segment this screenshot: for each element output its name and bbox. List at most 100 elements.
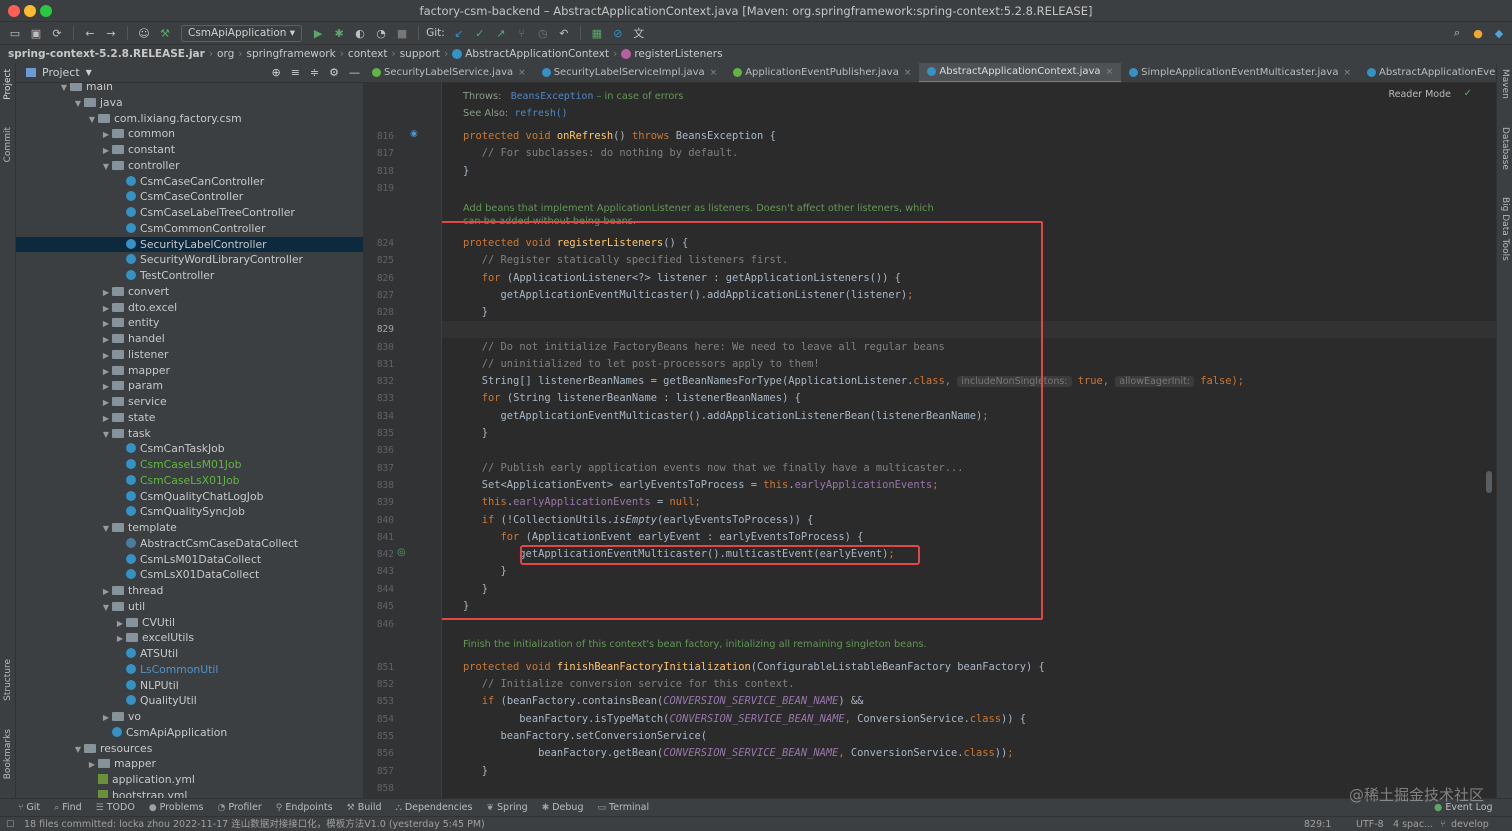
tree-item[interactable]: application.yml [16, 772, 363, 788]
chevron-down-icon[interactable]: ▼ [100, 600, 112, 616]
tool-window-problems[interactable]: ● Problems [149, 802, 204, 813]
breadcrumb-context[interactable]: context [348, 48, 388, 60]
breadcrumb-jar[interactable]: spring-context-5.2.8.RELEASE.jar [8, 48, 205, 60]
chevron-down-icon[interactable]: ▼ [86, 68, 92, 77]
tree-item[interactable]: ▶ vo [16, 709, 363, 726]
tree-item[interactable]: bootstrap.yml [16, 788, 363, 798]
minimize-window-button[interactable] [24, 5, 36, 17]
project-panel-title[interactable]: Project [42, 66, 80, 79]
tree-item[interactable]: ▼ main [16, 83, 363, 95]
tree-item[interactable]: ▼ util [16, 599, 363, 616]
coverage-icon[interactable]: ◐ [351, 24, 369, 42]
breadcrumb-method[interactable]: registerListeners [634, 48, 722, 60]
tool-window-terminal[interactable]: ▭ Terminal [597, 802, 649, 813]
collapse-all-icon[interactable]: ≑ [310, 66, 319, 79]
chevron-right-icon[interactable]: ▶ [100, 127, 112, 143]
tree-item[interactable]: CsmCaseLsM01Job [16, 457, 363, 473]
ide-logo-icon[interactable]: ◆ [1490, 24, 1508, 42]
reader-mode-toggle[interactable]: Reader Mode [1388, 89, 1451, 100]
git-update-icon[interactable]: ↙ [450, 24, 468, 42]
tree-item[interactable]: ATSUtil [16, 646, 363, 662]
tree-item[interactable]: SecurityWordLibraryController [16, 252, 363, 268]
tool-window-todo[interactable]: ☰ TODO [96, 802, 135, 813]
tree-item[interactable]: ▶ constant [16, 142, 363, 159]
chevron-right-icon[interactable]: ▶ [100, 379, 112, 395]
structure-tool-tab[interactable]: Structure [3, 659, 13, 701]
stop-icon[interactable]: ■ [393, 24, 411, 42]
tree-item[interactable]: ▶ convert [16, 284, 363, 301]
breadcrumb-class[interactable]: AbstractApplicationContext [465, 48, 609, 60]
tree-item[interactable]: ▶ CVUtil [16, 615, 363, 632]
close-tab-icon[interactable]: × [518, 63, 526, 82]
chevron-right-icon[interactable]: ▶ [100, 348, 112, 364]
tool-window-find[interactable]: ⌕ Find [54, 802, 82, 813]
tree-item[interactable]: ▶ state [16, 410, 363, 426]
tree-item[interactable]: ▶ param [16, 378, 363, 395]
indent-setting[interactable]: 4 spac... [1393, 817, 1433, 831]
zoom-window-button[interactable] [40, 5, 52, 17]
tool-window-debug[interactable]: ✱ Debug [542, 802, 584, 813]
debugger-icon[interactable]: ◎ [397, 547, 406, 558]
forward-arrow-icon[interactable]: → [102, 24, 120, 42]
chevron-right-icon[interactable]: ▶ [100, 285, 112, 301]
tree-item[interactable]: CsmQualitySyncJob [16, 504, 363, 520]
tree-item[interactable]: CsmCanTaskJob [16, 441, 363, 457]
chevron-right-icon[interactable]: ▶ [100, 710, 112, 726]
status-message[interactable]: 18 files committed: locka zhou 2022-11-1… [24, 819, 485, 830]
code-with-me-icon[interactable]: ▦ [588, 24, 606, 42]
open-folder-icon[interactable]: ▭ [6, 24, 24, 42]
chevron-right-icon[interactable]: ▶ [100, 364, 112, 380]
chevron-right-icon[interactable]: ▶ [114, 631, 126, 647]
back-arrow-icon[interactable]: ← [81, 24, 99, 42]
sync-icon[interactable]: ⟳ [48, 24, 66, 42]
caret-position[interactable]: 829:1 [1304, 817, 1331, 831]
tree-item[interactable]: TestController [16, 268, 363, 284]
overridden-method-icon[interactable]: ◉ [410, 129, 418, 139]
close-tab-icon[interactable]: × [1343, 63, 1351, 82]
git-commit-icon[interactable]: ✓ [471, 24, 489, 42]
chevron-down-icon[interactable]: ▼ [86, 112, 98, 128]
editor-tab[interactable]: SecurityLabelServiceImpl.java × [534, 63, 726, 82]
tool-window-endpoints[interactable]: ⚲ Endpoints [276, 802, 333, 813]
chevron-right-icon[interactable]: ▶ [114, 616, 126, 632]
tree-item[interactable]: ▶ listener [16, 347, 363, 364]
chevron-down-icon[interactable]: ▼ [72, 742, 84, 758]
tree-item[interactable]: ▶ entity [16, 315, 363, 331]
tree-item[interactable]: LsCommonUtil [16, 662, 363, 678]
breadcrumb-support[interactable]: support [400, 48, 440, 60]
doc-seealso-link[interactable]: refresh() [514, 108, 567, 119]
tree-item[interactable]: ▶ handel [16, 331, 363, 348]
maven-tool-tab[interactable]: Maven [1500, 69, 1510, 99]
close-tab-icon[interactable]: × [710, 63, 718, 82]
close-window-button[interactable] [8, 5, 20, 17]
rollback-icon[interactable]: ↶ [555, 24, 573, 42]
tree-item[interactable]: ▶ excelUtils [16, 630, 363, 647]
database-tool-tab[interactable]: Database [1500, 127, 1510, 170]
tool-window-git[interactable]: ⑂ Git [18, 802, 40, 813]
tree-item[interactable]: ▼ com.lixiang.factory.csm [16, 111, 363, 128]
debug-icon[interactable]: ✱ [330, 24, 348, 42]
tree-item[interactable]: ▶ mapper [16, 756, 363, 772]
git-push-icon[interactable]: ↗ [492, 24, 510, 42]
build-hammer-icon[interactable]: ⚒ [156, 24, 174, 42]
git-branch[interactable]: develop [1451, 817, 1489, 831]
status-panel-icon[interactable]: ▢ [6, 817, 15, 831]
tool-window-spring[interactable]: ❦ Spring [486, 802, 527, 813]
tree-item[interactable]: CsmQualityChatLogJob [16, 489, 363, 505]
editor-tab[interactable]: AbstractApplicationContext.java × [919, 63, 1122, 82]
chevron-right-icon[interactable]: ▶ [100, 143, 112, 159]
tree-item[interactable]: ▶ mapper [16, 363, 363, 380]
tree-item[interactable]: CsmApiApplication [16, 725, 363, 741]
tree-item[interactable]: CsmCommonController [16, 221, 363, 237]
close-tab-icon[interactable]: × [904, 63, 912, 82]
gear-icon[interactable]: ⚙ [329, 66, 339, 79]
editor-tab[interactable]: SecurityLabelService.java × [364, 63, 534, 82]
chevron-right-icon[interactable]: ▶ [100, 332, 112, 348]
editor-tab[interactable]: ApplicationEventPublisher.java × [725, 63, 919, 82]
tree-item[interactable]: QualityUtil [16, 693, 363, 709]
save-icon[interactable]: ▣ [27, 24, 45, 42]
tree-item[interactable]: ▼ java [16, 95, 363, 111]
tree-item[interactable]: ▶ service [16, 394, 363, 410]
locate-file-icon[interactable]: ⊕ [271, 66, 280, 79]
commit-tool-tab[interactable]: Commit [3, 127, 13, 162]
